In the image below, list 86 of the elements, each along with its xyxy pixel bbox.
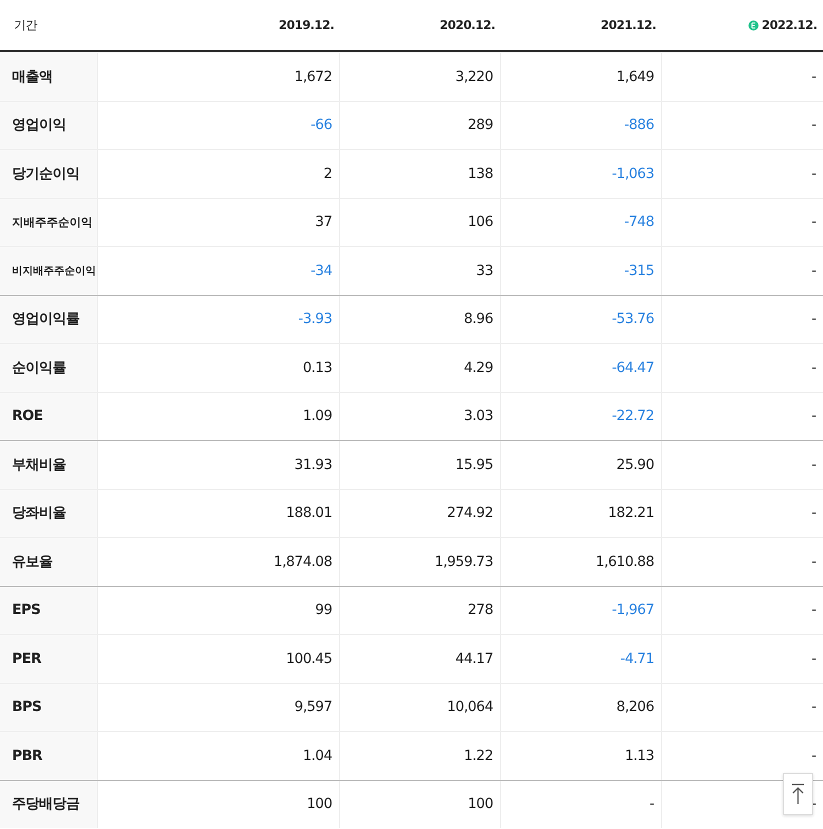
table-cell: - xyxy=(811,166,816,182)
table-cell: 1,959.73 xyxy=(434,554,493,570)
table-cell: - xyxy=(811,360,816,376)
table-cell: -315 xyxy=(624,262,654,279)
row-header: 당좌비율 xyxy=(0,490,98,537)
table-cell: - xyxy=(811,748,816,764)
table-cell: 9,597 xyxy=(294,699,332,716)
row-header: PER xyxy=(0,635,98,682)
table-cell: 44.17 xyxy=(455,650,493,667)
table-cell: -1,967 xyxy=(612,602,654,618)
table-cell: 1,672 xyxy=(294,68,332,85)
table-cell: - xyxy=(811,117,816,134)
table-cell: -53.76 xyxy=(612,311,654,328)
row-header: EPS xyxy=(0,586,98,634)
table-cell: 15.95 xyxy=(455,456,493,473)
row-header: 유보율 xyxy=(0,538,98,586)
table-cell: 37 xyxy=(315,214,332,230)
table-cell: 1.13 xyxy=(624,748,654,764)
table-cell: 182.21 xyxy=(608,505,654,522)
row-header: 영업이익률 xyxy=(0,296,98,343)
arrow-up-icon xyxy=(791,783,805,805)
column-header: 기간 xyxy=(14,16,37,34)
column-header: 2019.12. xyxy=(278,18,334,32)
table-cell: - xyxy=(811,554,816,570)
row-header: 주당배당금 xyxy=(0,780,98,828)
table-cell: 1.09 xyxy=(302,408,332,424)
row-header: 당기순이익 xyxy=(0,150,98,198)
table-cell: - xyxy=(811,602,816,618)
table-cell: 278 xyxy=(468,602,493,618)
table-cell: - xyxy=(811,505,816,522)
table-cell: - xyxy=(811,456,816,473)
table-cell: 10,064 xyxy=(447,699,493,716)
table-cell: 274.92 xyxy=(447,505,493,522)
table-cell: 1.04 xyxy=(302,748,332,764)
row-header: 부채비율 xyxy=(0,441,98,488)
table-cell: 1,649 xyxy=(616,68,654,85)
table-cell: 0.13 xyxy=(302,360,332,376)
table-cell: -34 xyxy=(310,262,332,279)
table-cell: 1.22 xyxy=(464,748,493,764)
row-header: 비지배주주순이익 xyxy=(0,247,98,294)
table-cell: - xyxy=(811,699,816,716)
table-cell: 3.03 xyxy=(464,408,493,424)
table-cell: 289 xyxy=(468,117,493,134)
row-header: BPS xyxy=(0,684,98,731)
table-cell: -4.71 xyxy=(620,650,654,667)
table-cell: - xyxy=(811,650,816,667)
column-header: 2021.12. xyxy=(600,18,656,32)
table-cell: - xyxy=(811,214,816,230)
table-cell: 106 xyxy=(468,214,493,230)
table-cell: -748 xyxy=(624,214,654,230)
table-cell: 138 xyxy=(468,166,493,182)
table-cell: -64.47 xyxy=(612,360,654,376)
table-cell: 1,874.08 xyxy=(274,554,332,570)
table-cell: 8,206 xyxy=(616,699,654,716)
table-cell: -22.72 xyxy=(612,408,654,424)
table-cell: 1,610.88 xyxy=(596,554,654,570)
row-header: 영업이익 xyxy=(0,102,98,149)
table-cell: - xyxy=(811,68,816,85)
table-cell: 188.01 xyxy=(286,505,332,522)
table-cell: 33 xyxy=(476,262,493,279)
table-cell: 8.96 xyxy=(464,311,493,328)
row-header: ROE xyxy=(0,392,98,440)
table-cell: - xyxy=(811,262,816,279)
scroll-top-button[interactable] xyxy=(783,773,813,815)
table-cell: 4.29 xyxy=(464,360,493,376)
table-cell: -886 xyxy=(624,117,654,134)
row-header: 매출액 xyxy=(0,53,98,100)
table-cell: 99 xyxy=(315,602,332,618)
table-cell: 31.93 xyxy=(294,456,332,473)
table-cell: 100 xyxy=(468,796,493,812)
column-header: 2022.12. xyxy=(762,18,817,32)
row-header: 지배주주순이익 xyxy=(0,198,98,246)
table-cell: 2 xyxy=(324,166,332,182)
table-cell: - xyxy=(649,796,654,812)
table-cell: -3.93 xyxy=(298,311,332,328)
table-cell: 3,220 xyxy=(455,68,493,85)
table-cell: - xyxy=(811,311,816,328)
table-cell: - xyxy=(811,408,816,424)
table-cell: 100 xyxy=(306,796,332,812)
row-header: PBR xyxy=(0,732,98,780)
row-header: 순이익률 xyxy=(0,344,98,392)
table-cell: 25.90 xyxy=(616,456,654,473)
column-header: 2020.12. xyxy=(440,18,495,32)
table-cell: -1,063 xyxy=(612,166,654,182)
table-cell: 100.45 xyxy=(286,650,332,667)
table-cell: -66 xyxy=(310,117,332,134)
